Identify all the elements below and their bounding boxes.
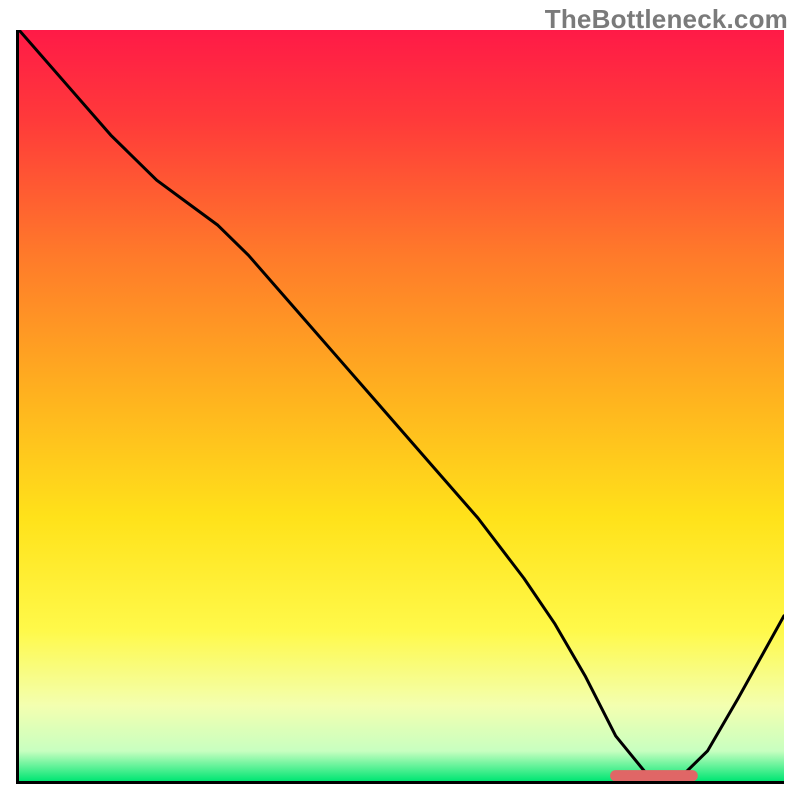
bottleneck-curve [19,30,784,781]
chart-container: TheBottleneck.com [0,0,800,800]
curve-path [19,30,784,781]
plot-area [16,30,784,784]
